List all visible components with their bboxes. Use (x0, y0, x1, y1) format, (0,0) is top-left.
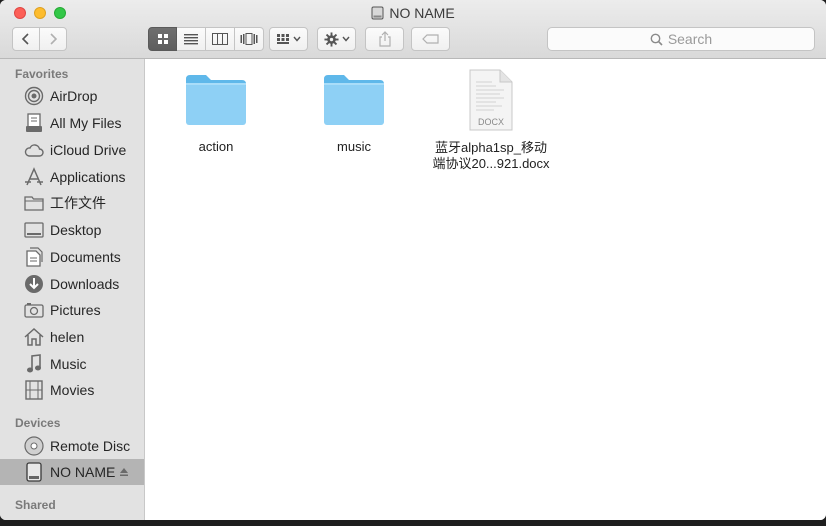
list-icon (184, 34, 198, 45)
sidebar: Favorites AirDrop All My Files iCloud Dr… (0, 59, 145, 520)
folder-icon (324, 75, 384, 125)
cover-flow-view-button[interactable] (235, 27, 264, 51)
toolbar: NO NAME Search (0, 0, 826, 59)
tag-button[interactable] (411, 27, 450, 51)
downloads-icon (24, 274, 44, 294)
list-view-button[interactable] (177, 27, 206, 51)
sidebar-item-downloads[interactable]: Downloads (0, 271, 144, 297)
documents-icon (24, 247, 44, 267)
sidebar-item-home[interactable]: helen (0, 324, 144, 350)
arrange-button[interactable] (269, 27, 308, 51)
file-name: music (337, 139, 371, 154)
sidebar-item-desktop[interactable]: Desktop (0, 217, 144, 243)
all-files-icon (24, 113, 44, 133)
file-item-docx[interactable]: DOCX 蓝牙alpha1sp_移动 端协议20...921.docx (426, 68, 556, 172)
sidebar-item-label: helen (50, 329, 85, 345)
sidebar-item-movies[interactable]: Movies (0, 377, 144, 403)
film-icon (24, 380, 44, 400)
search-placeholder: Search (667, 31, 713, 47)
devices-header: Devices (15, 416, 61, 430)
sidebar-item-work-files[interactable]: 工作文件 (0, 190, 144, 216)
finder-window: NO NAME Search Favorites AirDrop All My … (0, 0, 826, 520)
sidebar-item-label: NO NAME (50, 464, 116, 480)
sidebar-item-label: iCloud Drive (50, 142, 127, 158)
columns-icon (212, 33, 228, 45)
window-title: NO NAME (0, 5, 826, 21)
folder-icon (186, 75, 246, 125)
sidebar-item-music[interactable]: Music (0, 351, 144, 377)
sidebar-item-label: Documents (50, 249, 121, 265)
sidebar-item-label: All My Files (50, 115, 122, 131)
disk-icon (371, 6, 384, 20)
sidebar-item-icloud-drive[interactable]: iCloud Drive (0, 137, 144, 163)
shared-header: Shared (15, 498, 56, 512)
chevron-down-icon (341, 36, 350, 42)
sidebar-item-pictures[interactable]: Pictures (0, 297, 144, 323)
sidebar-item-airdrop[interactable]: AirDrop (0, 83, 144, 109)
music-note-icon (24, 354, 44, 374)
docx-badge: DOCX (478, 117, 504, 127)
view-mode-selector (148, 27, 264, 51)
tag-icon (421, 34, 439, 44)
chevron-left-icon (21, 33, 29, 45)
desktop-icon (24, 220, 44, 240)
action-button[interactable] (317, 27, 356, 51)
home-icon (24, 327, 44, 347)
share-button[interactable] (365, 27, 404, 51)
file-icon-grid: action music DOCX 蓝牙alpha1sp_移动 端协议20...… (146, 60, 826, 520)
chevron-right-icon (50, 33, 58, 45)
column-view-button[interactable] (206, 27, 235, 51)
search-icon (650, 33, 663, 46)
file-name: action (198, 139, 234, 154)
cloud-icon (24, 140, 44, 160)
file-item-music[interactable]: music (289, 73, 419, 155)
gear-icon (323, 31, 339, 47)
docx-document-icon: DOCX (469, 69, 513, 131)
sidebar-item-label: Downloads (50, 276, 120, 292)
grid-icon (157, 34, 168, 44)
file-name: 蓝牙alpha1sp_移动 端协议20...921.docx (432, 140, 549, 172)
favorites-header: Favorites (15, 67, 69, 81)
sidebar-item-applications[interactable]: Applications (0, 164, 144, 190)
sidebar-item-label: AirDrop (50, 88, 98, 104)
airdrop-icon (24, 86, 44, 106)
share-icon (378, 31, 391, 47)
folder-icon (24, 193, 44, 213)
file-name-line1: 蓝牙alpha1sp_移动 (435, 140, 547, 155)
arrange-icon (277, 34, 289, 44)
cover-flow-icon (240, 33, 258, 45)
sidebar-item-label: Desktop (50, 222, 102, 238)
sidebar-item-label: Remote Disc (50, 438, 131, 454)
disk-icon (24, 462, 44, 482)
back-button[interactable] (12, 27, 40, 51)
camera-icon (24, 300, 44, 320)
sidebar-item-no-name[interactable]: NO NAME (0, 459, 144, 485)
sidebar-item-label: Applications (50, 169, 126, 185)
forward-button[interactable] (39, 27, 67, 51)
applications-icon (24, 167, 44, 187)
icon-view-button[interactable] (148, 27, 177, 51)
sidebar-item-label: Movies (50, 382, 95, 398)
window-title-text: NO NAME (389, 5, 455, 21)
sidebar-item-documents[interactable]: Documents (0, 244, 144, 270)
sidebar-item-label: 工作文件 (50, 195, 106, 211)
file-item-action[interactable]: action (151, 73, 281, 155)
sidebar-item-label: Pictures (50, 302, 101, 318)
file-name-line2: 端协议20...921.docx (432, 156, 550, 171)
sidebar-item-remote-disc[interactable]: Remote Disc (0, 433, 144, 459)
search-field[interactable]: Search (547, 27, 815, 51)
chevron-down-icon (293, 36, 301, 42)
eject-icon[interactable] (119, 467, 129, 477)
sidebar-item-all-my-files[interactable]: All My Files (0, 110, 144, 136)
sidebar-item-label: Music (50, 356, 87, 372)
disc-icon (24, 436, 44, 456)
